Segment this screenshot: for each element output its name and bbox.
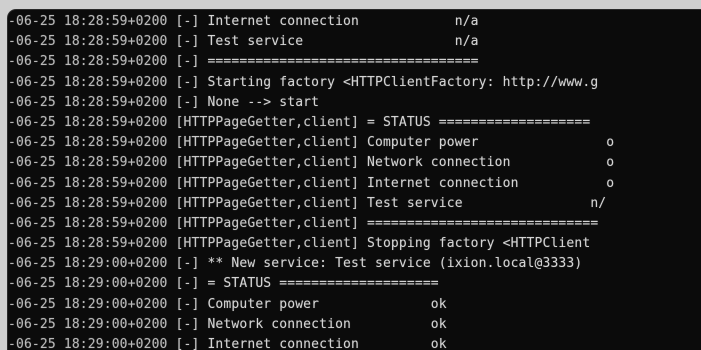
log-line: -06-25 18:29:00+0200 [-] Computer power … [8, 295, 701, 315]
log-source-tag: [-] [175, 14, 200, 29]
log-message: Computer power o [366, 135, 615, 151]
log-timestamp: -06-25 18:28:59+0200 [8, 215, 168, 231]
terminal-output: -06-25 18:28:59+0200 [-] Internet connec… [8, 10, 701, 350]
log-source-tag: [HTTPPageGetter,client] [175, 135, 359, 151]
log-message: = STATUS =================== [366, 114, 591, 130]
log-timestamp: -06-25 18:28:59+0200 [8, 74, 168, 90]
log-timestamp: -06-25 18:29:00+0200 [8, 296, 168, 312]
log-line: -06-25 18:28:59+0200 [HTTPPageGetter,cli… [8, 234, 701, 254]
log-timestamp: -06-25 18:28:59+0200 [8, 54, 168, 70]
log-message: Network connection o [366, 155, 615, 171]
log-timestamp: -06-25 18:29:00+0200 [8, 276, 168, 292]
terminal-window: -06-25 18:28:59+0200 [-] Internet connec… [8, 10, 701, 350]
log-source-tag: [-] [175, 316, 200, 332]
log-timestamp: -06-25 18:28:59+0200 [8, 34, 168, 50]
log-message: ================================== [207, 54, 479, 70]
log-source-tag: [HTTPPageGetter,client] [175, 155, 359, 171]
log-source-tag: [HTTPPageGetter,client] [175, 236, 359, 252]
log-timestamp: -06-25 18:28:59+0200 [8, 14, 168, 29]
log-message: Internet connection ok [207, 337, 447, 350]
log-line: -06-25 18:28:59+0200 [-] Starting factor… [8, 73, 701, 93]
log-message: Internet connection o [366, 175, 615, 191]
log-timestamp: -06-25 18:28:59+0200 [8, 94, 168, 110]
log-timestamp: -06-25 18:28:59+0200 [8, 155, 168, 171]
log-timestamp: -06-25 18:28:59+0200 [8, 175, 168, 191]
log-line: -06-25 18:28:59+0200 [HTTPPageGetter,cli… [8, 113, 701, 133]
log-line: -06-25 18:29:00+0200 [-] Internet connec… [8, 335, 701, 350]
log-timestamp: -06-25 18:28:59+0200 [8, 195, 168, 211]
log-line: -06-25 18:28:59+0200 [HTTPPageGetter,cli… [8, 174, 701, 194]
log-message: None --> start [207, 94, 320, 110]
log-timestamp: -06-25 18:28:59+0200 [8, 114, 168, 130]
log-line: -06-25 18:29:00+0200 [-] = STATUS ======… [8, 274, 701, 294]
log-message: = STATUS ==================== [207, 276, 439, 292]
log-message: Test service n/a [207, 34, 479, 50]
log-message: ============================= [366, 215, 599, 231]
log-source-tag: [-] [175, 276, 200, 292]
log-source-tag: [-] [175, 337, 200, 350]
log-line: -06-25 18:28:59+0200 [-] ===============… [8, 52, 701, 72]
log-source-tag: [-] [175, 94, 200, 110]
log-source-tag: [-] [175, 296, 200, 312]
log-source-tag: [HTTPPageGetter,client] [175, 215, 359, 231]
log-source-tag: [-] [175, 54, 200, 70]
log-timestamp: -06-25 18:28:59+0200 [8, 236, 168, 252]
log-source-tag: [HTTPPageGetter,client] [175, 114, 359, 130]
log-message: ** New service: Test service (ixion.loca… [207, 256, 583, 272]
log-line: -06-25 18:28:59+0200 [HTTPPageGetter,cli… [8, 153, 701, 173]
log-line: -06-25 18:28:59+0200 [HTTPPageGetter,cli… [8, 194, 701, 214]
log-timestamp: -06-25 18:29:00+0200 [8, 337, 168, 350]
log-line: -06-25 18:29:00+0200 [-] Network connect… [8, 315, 701, 335]
log-message: Internet connection n/a [207, 14, 479, 29]
log-line: -06-25 18:28:59+0200 [-] None --> start [8, 93, 701, 113]
log-message: Starting factory <HTTPClientFactory: htt… [207, 74, 599, 90]
log-timestamp: -06-25 18:28:59+0200 [8, 135, 168, 151]
log-source-tag: [-] [175, 34, 200, 50]
log-line: -06-25 18:28:59+0200 [HTTPPageGetter,cli… [8, 214, 701, 234]
log-message: Stopping factory <HTTPClient [366, 236, 591, 252]
log-line: -06-25 18:28:59+0200 [-] Internet connec… [8, 12, 701, 32]
log-message: Network connection ok [207, 316, 447, 332]
log-message: Computer power ok [207, 296, 447, 312]
log-timestamp: -06-25 18:29:00+0200 [8, 256, 168, 272]
log-line: -06-25 18:29:00+0200 [-] ** New service:… [8, 254, 701, 274]
log-line: -06-25 18:28:59+0200 [-] Test service n/… [8, 32, 701, 52]
log-source-tag: [HTTPPageGetter,client] [175, 175, 359, 191]
log-timestamp: -06-25 18:29:00+0200 [8, 316, 168, 332]
log-source-tag: [-] [175, 74, 200, 90]
log-source-tag: [HTTPPageGetter,client] [175, 195, 359, 211]
log-message: Test service n/ [366, 195, 607, 211]
log-source-tag: [-] [175, 256, 200, 272]
log-line: -06-25 18:28:59+0200 [HTTPPageGetter,cli… [8, 133, 701, 153]
